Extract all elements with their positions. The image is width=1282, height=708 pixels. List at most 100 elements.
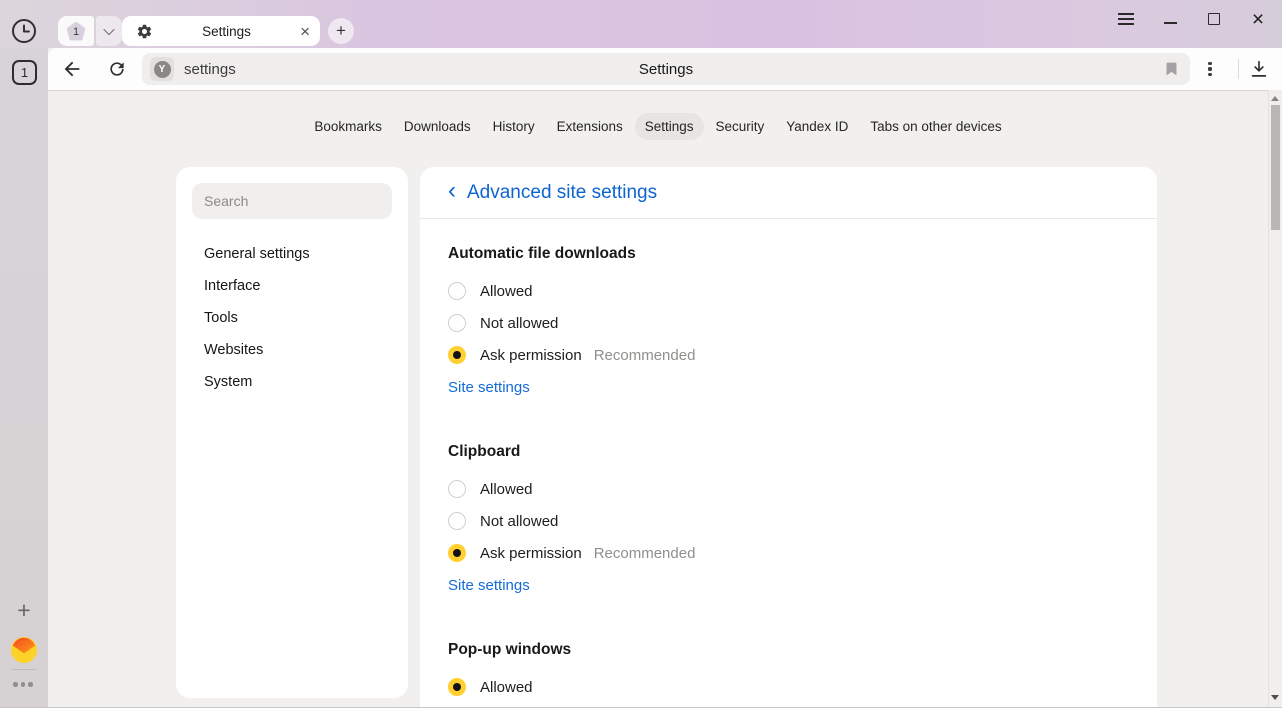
settings-section-pop-up-windows: Pop-up windows Allowed Not allowedRecommen… bbox=[448, 641, 1129, 707]
tab-count-badge: 1 bbox=[67, 22, 86, 41]
sidebar-item-tools[interactable]: Tools bbox=[176, 302, 408, 334]
address-bar[interactable]: Y settings Settings bbox=[142, 53, 1190, 85]
sidebar-item-general-settings[interactable]: General settings bbox=[176, 238, 408, 270]
chevron-down-icon bbox=[103, 24, 114, 35]
sidebar-item-system[interactable]: System bbox=[176, 366, 408, 398]
radio-label: Not allowed bbox=[480, 513, 558, 530]
rail-divider bbox=[12, 669, 36, 670]
gear-icon bbox=[136, 23, 153, 40]
radio-button[interactable] bbox=[448, 678, 466, 696]
back-button[interactable] bbox=[57, 54, 87, 84]
radio-label: Not allowed bbox=[480, 315, 558, 332]
minimize-icon bbox=[1164, 22, 1177, 24]
settings-section-automatic-file-downloads: Automatic file downloadsAllowedNot allow… bbox=[448, 245, 1129, 401]
radio-option-ask-permission[interactable]: Ask permission Recommended bbox=[448, 339, 1129, 371]
radio-option-allowed[interactable]: Allowed bbox=[448, 671, 1129, 703]
nav-item-yandex-id[interactable]: Yandex ID bbox=[776, 113, 858, 140]
toolbar-menu-icon[interactable] bbox=[1196, 54, 1224, 84]
radio-button[interactable] bbox=[448, 512, 466, 530]
close-icon: × bbox=[1252, 9, 1264, 30]
downloads-button[interactable] bbox=[1244, 54, 1274, 84]
radio-label: Allowed bbox=[480, 283, 533, 300]
minimize-button[interactable] bbox=[1156, 5, 1184, 33]
section-title: Clipboard bbox=[448, 443, 1129, 461]
radio-label: Ask permission bbox=[480, 545, 582, 562]
advanced-settings-header[interactable]: ‹ Advanced site settings bbox=[420, 167, 1157, 219]
tab-strip: 1 Settings × + × bbox=[0, 0, 1282, 48]
nav-item-bookmarks[interactable]: Bookmarks bbox=[304, 113, 392, 140]
settings-sections: Automatic file downloadsAllowedNot allow… bbox=[420, 245, 1157, 707]
site-settings-link-row: Site settings bbox=[448, 577, 1129, 599]
yandex-site-badge: Y bbox=[154, 61, 171, 78]
reload-button[interactable] bbox=[102, 54, 132, 84]
browser-menu-button[interactable] bbox=[1112, 5, 1140, 33]
back-chevron-icon[interactable]: ‹ bbox=[448, 179, 456, 203]
maximize-icon bbox=[1208, 13, 1220, 25]
page-scrollbar[interactable] bbox=[1268, 90, 1282, 707]
sidebar-item-websites[interactable]: Websites bbox=[176, 334, 408, 366]
radio-button[interactable] bbox=[448, 282, 466, 300]
settings-page: BookmarksDownloadsHistoryExtensionsSetti… bbox=[48, 90, 1282, 707]
radio-option-allowed[interactable]: Allowed bbox=[448, 275, 1129, 307]
radio-option-not-allowed[interactable]: Not allowed bbox=[448, 307, 1129, 339]
rail-add-button[interactable]: + bbox=[12, 597, 36, 624]
site-settings-link[interactable]: Site settings bbox=[448, 577, 530, 594]
settings-main-card: ‹ Advanced site settings Automatic file … bbox=[420, 167, 1157, 707]
radio-label: Allowed bbox=[480, 481, 533, 498]
radio-button[interactable] bbox=[448, 314, 466, 332]
site-settings-link-row: Site settings bbox=[448, 379, 1129, 401]
radio-label: Ask permission bbox=[480, 347, 582, 364]
recommended-badge: Recommended bbox=[594, 545, 696, 562]
site-settings-link[interactable]: Site settings bbox=[448, 379, 530, 396]
toolbar: Y settings Settings bbox=[48, 48, 1282, 90]
tab-group-control: 1 bbox=[58, 16, 122, 46]
scroll-down-arrow[interactable] bbox=[1271, 695, 1279, 700]
side-rail: 1 + bbox=[0, 48, 48, 707]
maximize-button[interactable] bbox=[1200, 5, 1228, 33]
radio-option-ask-permission[interactable]: Ask permission Recommended bbox=[448, 537, 1129, 569]
bookmark-icon[interactable] bbox=[1163, 59, 1180, 84]
radio-button[interactable] bbox=[448, 544, 466, 562]
tab-group-dropdown[interactable] bbox=[96, 16, 122, 46]
nav-item-tabs-on-other-devices[interactable]: Tabs on other devices bbox=[860, 113, 1011, 140]
site-icon[interactable]: Y bbox=[150, 57, 174, 81]
settings-category-list: General settingsInterfaceToolsWebsitesSy… bbox=[176, 238, 408, 398]
tab-close-icon[interactable]: × bbox=[300, 23, 310, 40]
yandex-mail-icon[interactable] bbox=[11, 637, 37, 663]
nav-item-downloads[interactable]: Downloads bbox=[394, 113, 481, 140]
radio-option-allowed[interactable]: Allowed bbox=[448, 473, 1129, 505]
recommended-badge: Recommended bbox=[594, 347, 696, 364]
radio-button[interactable] bbox=[448, 346, 466, 364]
nav-item-security[interactable]: Security bbox=[706, 113, 775, 140]
settings-nav: BookmarksDownloadsHistoryExtensionsSetti… bbox=[48, 113, 1268, 140]
scroll-up-arrow[interactable] bbox=[1271, 96, 1279, 101]
nav-item-history[interactable]: History bbox=[483, 113, 545, 140]
url-text[interactable]: settings bbox=[184, 53, 236, 85]
history-clock-icon[interactable] bbox=[11, 18, 37, 44]
browser-window: 1 Settings × + × 1 + bbox=[0, 0, 1282, 708]
radio-button[interactable] bbox=[448, 480, 466, 498]
window-controls: × bbox=[1112, 5, 1272, 33]
nav-item-settings[interactable]: Settings bbox=[635, 113, 704, 140]
radio-option-not-allowed[interactable]: Not allowed bbox=[448, 505, 1129, 537]
settings-sidebar: General settingsInterfaceToolsWebsitesSy… bbox=[176, 167, 408, 698]
toolbar-divider bbox=[1238, 59, 1239, 79]
section-title: Pop-up windows bbox=[448, 641, 1129, 659]
advanced-settings-title: Advanced site settings bbox=[467, 182, 657, 204]
new-tab-button[interactable]: + bbox=[328, 18, 354, 44]
nav-item-extensions[interactable]: Extensions bbox=[547, 113, 633, 140]
scrollbar-thumb[interactable] bbox=[1271, 105, 1280, 230]
settings-section-clipboard: Clipboard Allowed Not allowed Ask permissio… bbox=[448, 443, 1129, 599]
page-title: Settings bbox=[142, 53, 1190, 85]
sidebar-item-interface[interactable]: Interface bbox=[176, 270, 408, 302]
hamburger-icon bbox=[1118, 18, 1134, 20]
rail-tab-counter[interactable]: 1 bbox=[12, 60, 37, 85]
tab-group-badge[interactable]: 1 bbox=[58, 16, 94, 46]
search-input[interactable] bbox=[192, 183, 392, 219]
close-button[interactable]: × bbox=[1244, 5, 1272, 33]
radio-label: Allowed bbox=[480, 679, 533, 696]
rail-more-button[interactable] bbox=[13, 682, 35, 687]
tab-settings[interactable]: Settings × bbox=[122, 16, 320, 46]
radio-option-not-allowed[interactable]: Not allowedRecommended bbox=[448, 703, 1129, 707]
tab-title: Settings bbox=[153, 24, 300, 39]
